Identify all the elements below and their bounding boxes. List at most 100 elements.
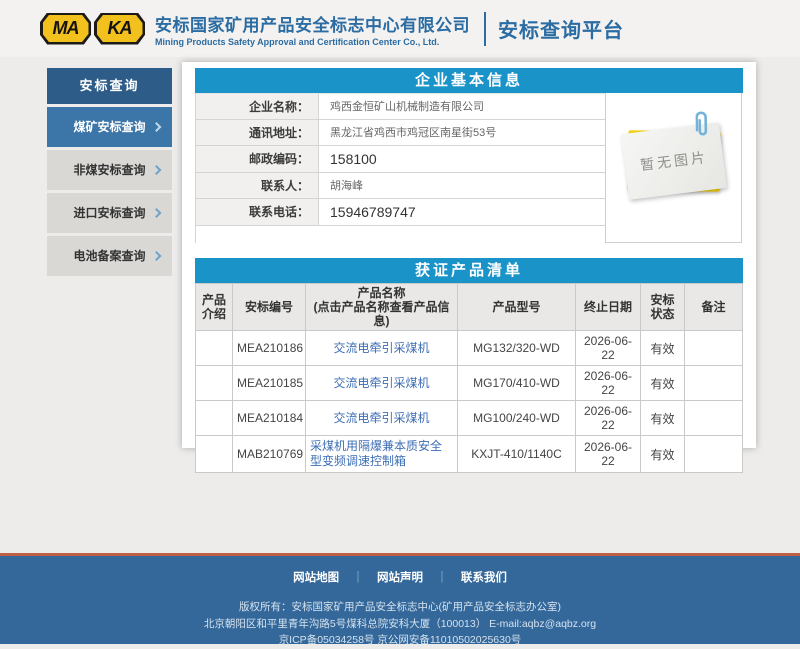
cell-product-intro <box>196 331 233 366</box>
sidebar: 安标查询 煤矿安标查询 非煤安标查询 进口安标查询 电池备案查询 <box>47 68 172 279</box>
no-image-text: 暂无图片 <box>639 147 709 175</box>
footer-copyright: 版权所有：安标国家矿用产品安全标志中心(矿用产品安全标志办公室) 北京朝阳区和平… <box>0 599 800 649</box>
enterprise-info-header: 企业基本信息 <box>195 68 743 93</box>
cell-status: 有效 <box>641 366 685 401</box>
cell-product-name: 采煤机用隔爆兼本质安全型变频调速控制箱 <box>306 436 458 473</box>
paperclip-icon <box>696 111 710 137</box>
col-remark: 备注 <box>685 284 743 331</box>
no-image-placeholder: 暂无图片 <box>625 126 724 197</box>
header: MA KA 安标国家矿用产品安全标志中心有限公司 Mining Products… <box>0 0 800 57</box>
chevron-right-icon <box>152 165 162 175</box>
cell-product-intro <box>196 366 233 401</box>
footer-link-separator: ｜ <box>436 572 448 584</box>
sidebar-item-label: 非煤安标查询 <box>73 163 145 177</box>
cell-cert-no: MAB210769 <box>233 436 306 473</box>
platform-title: 安标查询平台 <box>498 14 624 43</box>
cell-product-model: MG132/320-WD <box>458 331 576 366</box>
cell-end-date: 2026-06-22 <box>576 331 641 366</box>
cell-end-date: 2026-06-22 <box>576 366 641 401</box>
info-label: 联系电话： <box>196 199 319 225</box>
product-name-link[interactable]: 采煤机用隔爆兼本质安全型变频调速控制箱 <box>310 439 453 469</box>
cell-cert-no: MEA210184 <box>233 401 306 436</box>
cell-cert-no: MEA210185 <box>233 366 306 401</box>
org-name-en: Mining Products Safety Approval and Cert… <box>155 37 470 47</box>
sidebar-item-coal-mine-query[interactable]: 煤矿安标查询 <box>47 107 172 147</box>
cell-status: 有效 <box>641 331 685 366</box>
chevron-right-icon <box>152 208 162 218</box>
info-row-address: 通讯地址： 黑龙江省鸡西市鸡冠区南星街53号 <box>196 120 605 147</box>
info-row-company-name: 企业名称： 鸡西金恒矿山机械制造有限公司 <box>196 93 605 120</box>
footer-links: 网站地图 ｜ 网站声明 ｜ 联系我们 <box>0 569 800 585</box>
cell-product-model: MG100/240-WD <box>458 401 576 436</box>
info-row-contact: 联系人： 胡海峰 <box>196 173 605 200</box>
sidebar-item-non-coal-query[interactable]: 非煤安标查询 <box>47 150 172 190</box>
cell-end-date: 2026-06-22 <box>576 401 641 436</box>
sidebar-item-import-query[interactable]: 进口安标查询 <box>47 193 172 233</box>
footer-link-contact[interactable]: 联系我们 <box>461 572 507 584</box>
cell-product-name: 交流电牵引采煤机 <box>306 331 458 366</box>
header-divider <box>484 12 486 46</box>
content-panel: 企业基本信息 企业名称： 鸡西金恒矿山机械制造有限公司 通讯地址： 黑龙江省鸡西… <box>182 62 756 448</box>
info-row-phone: 联系电话： 15946789747 <box>196 199 605 226</box>
logo-ka-text: KA <box>97 15 143 42</box>
info-label: 企业名称： <box>196 94 319 119</box>
col-product-name: 产品名称 (点击产品名称查看产品信息) <box>306 284 458 331</box>
copyright-line1: 版权所有：安标国家矿用产品安全标志中心(矿用产品安全标志办公室) <box>0 599 800 616</box>
org-title-block: 安标国家矿用产品安全标志中心有限公司 Mining Products Safet… <box>155 11 470 47</box>
company-name-value: 鸡西金恒矿山机械制造有限公司 <box>319 94 605 119</box>
footer-link-separator: ｜ <box>352 572 364 584</box>
cell-product-name: 交流电牵引采煤机 <box>306 401 458 436</box>
table-row: MEA210184 交流电牵引采煤机 MG100/240-WD 2026-06-… <box>196 401 743 436</box>
sidebar-item-label: 进口安标查询 <box>73 206 145 220</box>
footer-link-statement[interactable]: 网站声明 <box>377 572 423 584</box>
col-product-model: 产品型号 <box>458 284 576 331</box>
footer: 网站地图 ｜ 网站声明 ｜ 联系我们 版权所有：安标国家矿用产品安全标志中心(矿… <box>0 553 800 644</box>
contact-value: 胡海峰 <box>319 173 605 199</box>
table-row: MAB210769 采煤机用隔爆兼本质安全型变频调速控制箱 KXJT-410/1… <box>196 436 743 473</box>
col-end-date: 终止日期 <box>576 284 641 331</box>
cell-product-name: 交流电牵引采煤机 <box>306 366 458 401</box>
copyright-line3: 京ICP备05034258号 京公网安备11010502025630号 <box>0 632 800 649</box>
cell-product-intro <box>196 436 233 473</box>
cell-end-date: 2026-06-22 <box>576 436 641 473</box>
chevron-right-icon <box>152 122 162 132</box>
cell-product-model: MG170/410-WD <box>458 366 576 401</box>
chevron-right-icon <box>152 251 162 261</box>
info-row-postcode: 邮政编码： 158100 <box>196 146 605 173</box>
phone-value: 15946789747 <box>319 199 605 225</box>
info-label: 联系人： <box>196 173 319 199</box>
info-label: 通讯地址： <box>196 120 319 146</box>
sidebar-item-battery-record-query[interactable]: 电池备案查询 <box>47 236 172 276</box>
org-name-cn: 安标国家矿用产品安全标志中心有限公司 <box>155 11 470 36</box>
product-name-link[interactable]: 交流电牵引采煤机 <box>333 376 429 391</box>
product-name-link[interactable]: 交流电牵引采煤机 <box>333 411 429 426</box>
cell-remark <box>685 366 743 401</box>
cell-cert-no: MEA210186 <box>233 331 306 366</box>
cell-remark <box>685 436 743 473</box>
product-name-link[interactable]: 交流电牵引采煤机 <box>333 341 429 356</box>
table-row: MEA210185 交流电牵引采煤机 MG170/410-WD 2026-06-… <box>196 366 743 401</box>
cell-product-intro <box>196 401 233 436</box>
sidebar-item-label: 煤矿安标查询 <box>73 120 145 134</box>
sidebar-item-label: 电池备案查询 <box>73 249 145 263</box>
maka-logo[interactable]: MA KA <box>40 13 145 45</box>
col-status: 安标 状态 <box>641 284 685 331</box>
product-table-header-row: 产品 介绍 安标编号 产品名称 (点击产品名称查看产品信息) 产品型号 终止日期… <box>196 284 743 331</box>
copyright-line2: 北京朝阳区和平里青年沟路5号煤科总院安科大厦（100013） E-mail:aq… <box>0 616 800 633</box>
sidebar-title: 安标查询 <box>47 68 172 104</box>
section-gap <box>195 243 743 258</box>
product-list-header: 获证产品清单 <box>195 258 743 283</box>
col-product-intro: 产品 介绍 <box>196 284 233 331</box>
cell-product-model: KXJT-410/1140C <box>458 436 576 473</box>
enterprise-info-section: 企业名称： 鸡西金恒矿山机械制造有限公司 通讯地址： 黑龙江省鸡西市鸡冠区南星街… <box>195 93 743 243</box>
placeholder-front-card: 暂无图片 <box>621 122 726 199</box>
cell-remark <box>685 401 743 436</box>
postcode-value: 158100 <box>319 146 605 172</box>
enterprise-info-table: 企业名称： 鸡西金恒矿山机械制造有限公司 通讯地址： 黑龙江省鸡西市鸡冠区南星街… <box>195 93 605 243</box>
logo-ka-badge: KA <box>94 13 145 45</box>
product-table: 产品 介绍 安标编号 产品名称 (点击产品名称查看产品信息) 产品型号 终止日期… <box>195 283 743 473</box>
footer-link-sitemap[interactable]: 网站地图 <box>293 572 339 584</box>
info-label: 邮政编码： <box>196 146 319 172</box>
cell-remark <box>685 331 743 366</box>
main-area: 安标查询 煤矿安标查询 非煤安标查询 进口安标查询 电池备案查询 企业基本信息 … <box>0 57 800 553</box>
